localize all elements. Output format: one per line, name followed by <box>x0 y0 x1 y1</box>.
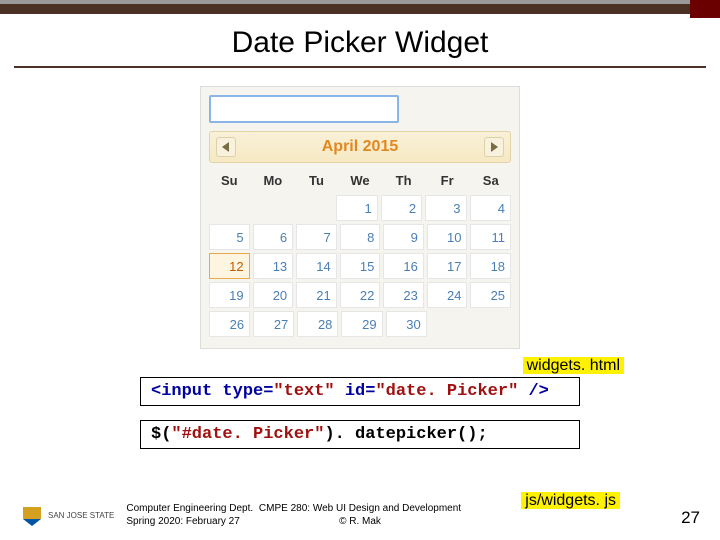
next-month-button[interactable] <box>484 137 504 157</box>
code-html: <input type="text" id="date. Picker" /> <box>140 377 580 406</box>
shield-icon <box>20 504 44 528</box>
calendar-day <box>430 311 469 337</box>
calendar-day[interactable]: 17 <box>427 253 468 279</box>
calendar-grid: SuMoTuWeThFrSa 1234567891011121314151617… <box>209 169 511 337</box>
calendar-row: 567891011 <box>209 224 511 250</box>
calendar-day[interactable]: 9 <box>383 224 424 250</box>
calendar-day[interactable]: 23 <box>383 282 424 308</box>
prev-month-button[interactable] <box>216 137 236 157</box>
calendar-row: 12131415161718 <box>209 253 511 279</box>
calendar-day[interactable]: 1 <box>336 195 377 221</box>
calendar-day <box>209 195 248 221</box>
calendar-day[interactable]: 2 <box>381 195 422 221</box>
calendar-row: 19202122232425 <box>209 282 511 308</box>
slide-top-bar <box>0 0 720 14</box>
calendar-day[interactable]: 5 <box>209 224 250 250</box>
calendar-day[interactable]: 15 <box>340 253 381 279</box>
calendar-day[interactable]: 21 <box>296 282 337 308</box>
filename-label: widgets. html <box>40 357 680 375</box>
datepicker-widget: April 2015 SuMoTuWeThFrSa 12345678910111… <box>200 86 520 349</box>
calendar-day <box>472 311 511 337</box>
calendar-day[interactable]: 25 <box>470 282 511 308</box>
month-label: April 2015 <box>322 138 398 156</box>
footer-center: CMPE 280: Web UI Design and Development … <box>259 502 461 528</box>
calendar-day[interactable]: 6 <box>253 224 294 250</box>
calendar-day <box>251 195 290 221</box>
calendar-day <box>294 195 333 221</box>
calendar-day[interactable]: 22 <box>340 282 381 308</box>
calendar-day[interactable]: 14 <box>296 253 337 279</box>
filename-label-js: js/widgets. js <box>521 492 620 510</box>
sjsu-logo: SAN JOSE STATE <box>20 504 114 528</box>
calendar-day[interactable]: 27 <box>253 311 294 337</box>
dow-label: Fr <box>427 169 468 192</box>
calendar-day[interactable]: 26 <box>209 311 250 337</box>
datepicker-header: April 2015 <box>209 131 511 163</box>
calendar-day[interactable]: 19 <box>209 282 250 308</box>
calendar-day[interactable]: 28 <box>297 311 338 337</box>
calendar-day[interactable]: 20 <box>253 282 294 308</box>
dow-label: Su <box>209 169 250 192</box>
calendar-row: 2627282930 <box>209 311 511 337</box>
calendar-day[interactable]: 24 <box>427 282 468 308</box>
dow-label: Tu <box>296 169 337 192</box>
calendar-day[interactable]: 13 <box>253 253 294 279</box>
title-underline <box>14 66 706 68</box>
chevron-right-icon <box>490 142 498 152</box>
footer-left: Computer Engineering Dept. Spring 2020: … <box>126 502 253 528</box>
calendar-day[interactable]: 16 <box>383 253 424 279</box>
calendar-day[interactable]: 10 <box>427 224 468 250</box>
chevron-left-icon <box>222 142 230 152</box>
calendar-day[interactable]: 3 <box>425 195 466 221</box>
calendar-day[interactable]: 4 <box>470 195 511 221</box>
calendar-row: 1234 <box>209 195 511 221</box>
code-js: $("#date. Picker"). datepicker(); <box>140 420 580 449</box>
calendar-day[interactable]: 12 <box>209 253 250 279</box>
calendar-day[interactable]: 8 <box>340 224 381 250</box>
dow-label: We <box>340 169 381 192</box>
slide-footer: SAN JOSE STATE Computer Engineering Dept… <box>0 502 720 528</box>
calendar-day[interactable]: 18 <box>470 253 511 279</box>
page-number: 27 <box>681 508 700 528</box>
dow-label: Th <box>383 169 424 192</box>
date-input[interactable] <box>209 95 399 123</box>
calendar-day[interactable]: 7 <box>296 224 337 250</box>
calendar-day[interactable]: 11 <box>470 224 511 250</box>
day-of-week-row: SuMoTuWeThFrSa <box>209 169 511 192</box>
dow-label: Sa <box>470 169 511 192</box>
calendar-day[interactable]: 30 <box>386 311 427 337</box>
dow-label: Mo <box>253 169 294 192</box>
slide-title: Date Picker Widget <box>0 26 720 60</box>
calendar-day[interactable]: 29 <box>341 311 382 337</box>
